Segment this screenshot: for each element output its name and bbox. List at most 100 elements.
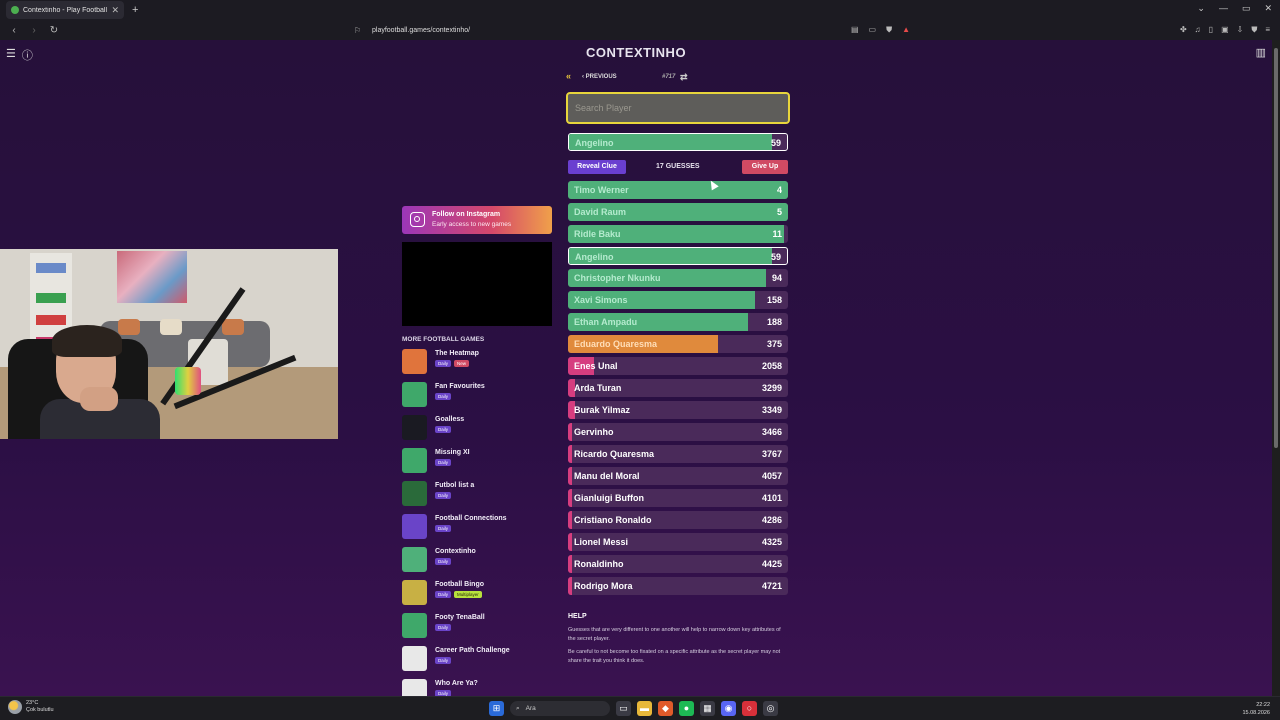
game-badge: Daily [435, 360, 452, 367]
translate-icon[interactable]: ▤ [851, 25, 859, 35]
webcam-overlay [0, 249, 338, 439]
vpn-icon[interactable]: ⛊ [1251, 25, 1257, 35]
give-up-button[interactable]: Give Up [742, 160, 788, 174]
latest-guess-rank: 59 [770, 138, 781, 148]
page-scrollbar[interactable] [1272, 40, 1280, 696]
game-list-item[interactable]: Goalless Daily [402, 415, 552, 443]
reveal-clue-button[interactable]: Reveal Clue [568, 160, 626, 174]
game-name: Football Bingo [435, 581, 484, 588]
cast-icon[interactable]: ▭ [869, 25, 877, 35]
game-badge: Daily [435, 657, 452, 664]
scrollbar-thumb[interactable] [1274, 48, 1278, 448]
guess-name: Gianluigi Buffon [574, 493, 644, 503]
address-bar[interactable]: ⚐ playfootball.games/contextinho/ ▤ ▭ ⛊ … [350, 22, 910, 38]
game-list-item[interactable]: Who Are Ya? Daily [402, 679, 552, 696]
shuffle-icon[interactable]: ⇄ [680, 72, 688, 83]
back-icon[interactable]: ‹ [8, 25, 20, 36]
game-list-item[interactable]: Missing XI Daily [402, 448, 552, 476]
game-list-item[interactable]: Career Path Challenge Daily [402, 646, 552, 674]
guess-row: Ridle Baku 11 [568, 225, 788, 243]
close-tab-icon[interactable]: ✕ [111, 5, 119, 16]
opera-icon[interactable]: ○ [742, 701, 757, 716]
guess-rank: 4101 [761, 493, 782, 503]
extension-icons: ✤ ♫ ▯ ▣ ⇩ ⛊ ≡ [1180, 25, 1270, 35]
close-window-button[interactable]: ✕ [1264, 3, 1272, 14]
menu-icon[interactable]: ≡ [1265, 25, 1270, 35]
game-name: Missing XI [435, 449, 470, 456]
game-list-item[interactable]: Fan Favourites Daily [402, 382, 552, 410]
terminal-icon[interactable]: ▦ [700, 701, 715, 716]
game-list-item[interactable]: Football Bingo Daily Multiplayer [402, 580, 552, 608]
taskbar-search[interactable]: ⌕ Ara [510, 701, 610, 716]
game-name: The Heatmap [435, 350, 479, 357]
game-badges: Daily [435, 393, 452, 400]
help-paragraph-2: Be careful to not become too fixated on … [568, 649, 781, 664]
help-paragraph-1: Guesses that are very different to one a… [568, 627, 781, 642]
browser-tab[interactable]: Contextinho - Play Football Con ✕ [6, 1, 124, 19]
guess-rank: 4057 [761, 471, 782, 481]
double-chevron-left-icon[interactable]: « [566, 71, 571, 81]
weather-widget[interactable]: 23°C Çok bulutlu [8, 700, 54, 714]
guess-rank: 158 [766, 295, 782, 305]
discord-icon[interactable]: ◉ [721, 701, 736, 716]
game-list-item[interactable]: Football Connections Daily [402, 514, 552, 542]
taskbar-clock[interactable]: 22:22 15.08.2026 [1242, 701, 1270, 717]
search-player-input[interactable]: Search Player [566, 92, 790, 124]
game-icon [402, 415, 427, 440]
music-icon[interactable]: ♫ [1195, 25, 1201, 35]
brave-browser-icon[interactable]: ◆ [658, 701, 673, 716]
new-tab-button[interactable]: + [132, 4, 138, 16]
guess-name: Rodrigo Mora [574, 581, 633, 591]
minimize-button[interactable]: — [1219, 3, 1228, 14]
extension-puzzle-icon[interactable]: ✤ [1180, 25, 1187, 35]
previous-game-row: « ‹ PREVIOUS #717 ⇄ [566, 71, 790, 85]
instagram-follow-banner[interactable]: Follow on Instagram Early access to new … [402, 206, 552, 234]
guess-row: Ethan Ampadu 188 [568, 313, 788, 331]
guess-row: Xavi Simons 158 [568, 291, 788, 309]
game-number: #717 [662, 74, 676, 80]
shield-icon[interactable]: ⛊ [886, 25, 892, 35]
download-icon[interactable]: ⇩ [1237, 25, 1244, 35]
site-title: CONTEXTINHO [585, 45, 687, 60]
windows-start-icon[interactable]: ⊞ [489, 701, 504, 716]
clock-time: 22:22 [1256, 702, 1270, 708]
bookmark-icon[interactable]: ⚐ [354, 26, 361, 35]
forward-icon[interactable]: › [28, 25, 40, 36]
guess-row: Cristiano Ronaldo 4286 [568, 511, 788, 529]
guess-rank: 188 [766, 317, 782, 327]
wallet-icon[interactable]: ▣ [1221, 25, 1229, 35]
tab-list-button[interactable]: ⌄ [1197, 3, 1205, 14]
maximize-button[interactable]: ▭ [1242, 3, 1251, 14]
game-badges: Daily [435, 624, 452, 631]
steam-icon[interactable]: ◎ [763, 701, 778, 716]
guess-rank: 3466 [761, 427, 782, 437]
guess-rank: 4325 [761, 537, 782, 547]
reload-icon[interactable]: ↻ [48, 25, 60, 36]
game-name: Footy TenaBall [435, 614, 485, 621]
address-bar-icons: ▤ ▭ ⛊ ▲ [851, 25, 910, 35]
game-name: Goalless [435, 416, 465, 423]
url-text[interactable]: playfootball.games/contextinho/ [372, 27, 470, 34]
spotify-icon[interactable]: ● [679, 701, 694, 716]
guess-rank: 94 [771, 273, 782, 283]
game-icon [402, 481, 427, 506]
guess-row: Ricardo Quaresma 3767 [568, 445, 788, 463]
sidebar-icon[interactable]: ▯ [1209, 25, 1213, 35]
previous-button[interactable]: ‹ PREVIOUS [582, 74, 617, 80]
stats-icon[interactable]: ▥ [1256, 46, 1266, 59]
game-list-item[interactable]: Contextinho Daily [402, 547, 552, 575]
more-games-title: MORE FOOTBALL GAMES [402, 336, 485, 343]
guess-name: David Raum [574, 207, 627, 217]
guess-row: Manu del Moral 4057 [568, 467, 788, 485]
instagram-title: Follow on Instagram [432, 211, 501, 218]
rewards-icon[interactable]: ▲ [902, 25, 910, 35]
file-explorer-icon[interactable]: ▬ [637, 701, 652, 716]
guess-name: Arda Turan [574, 383, 622, 393]
webcam-person-hands [80, 387, 118, 411]
game-list-item[interactable]: The Heatmap Daily New [402, 349, 552, 377]
game-list-item[interactable]: Footy TenaBall Daily [402, 613, 552, 641]
guess-name: Gervinho [574, 427, 614, 437]
game-icon [402, 448, 427, 473]
game-list-item[interactable]: Futbol list a Daily [402, 481, 552, 509]
task-view-icon[interactable]: ▭ [616, 701, 631, 716]
